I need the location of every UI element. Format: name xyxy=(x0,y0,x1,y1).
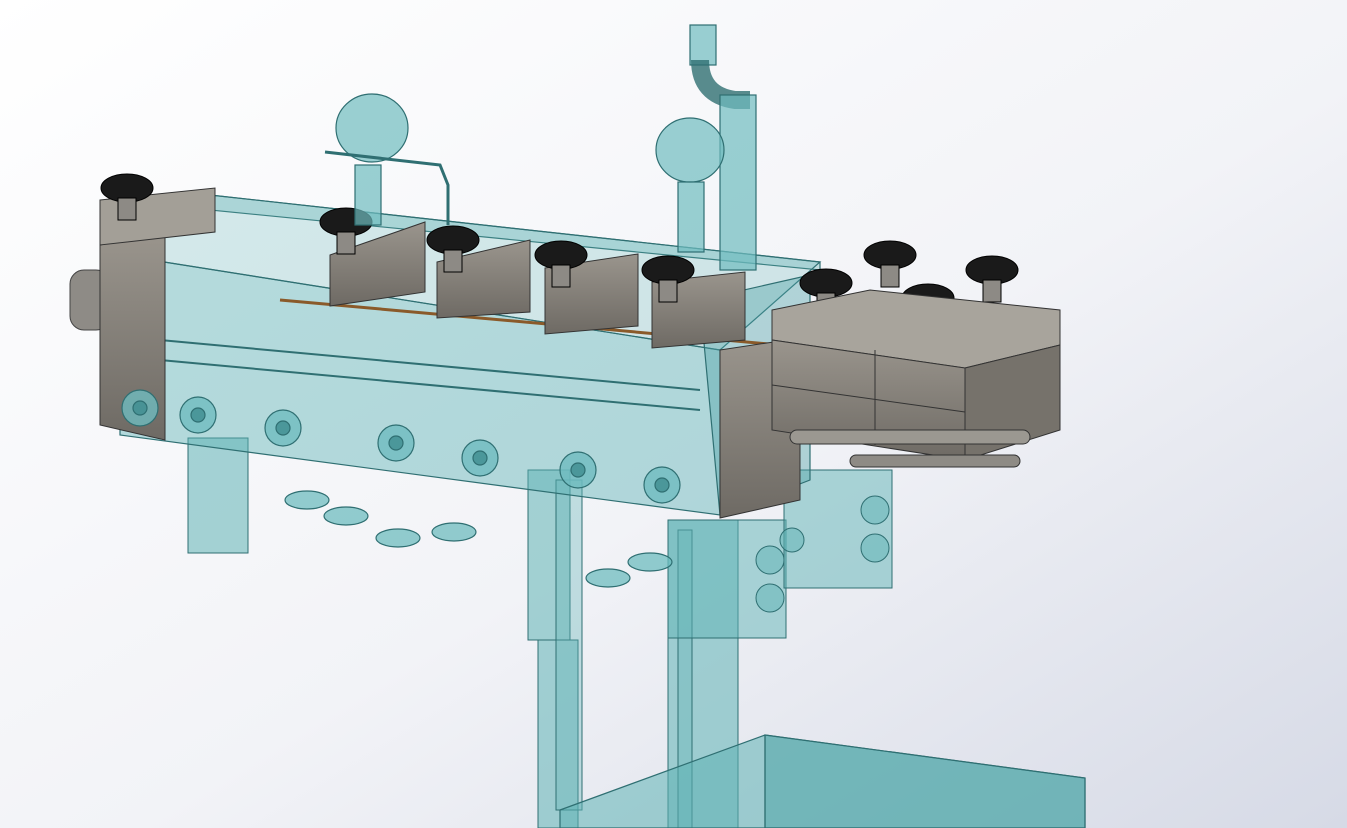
valve-icon xyxy=(179,396,217,434)
valve-icon xyxy=(559,451,597,489)
pressure-gauge-icon xyxy=(655,117,725,183)
valve-icon xyxy=(377,424,415,462)
cad-viewport[interactable] xyxy=(0,0,1347,828)
valve-icon xyxy=(264,409,302,447)
head-block-assembly xyxy=(771,289,1061,468)
valve-icon xyxy=(643,466,681,504)
valve-icon xyxy=(121,389,159,427)
assembly-render xyxy=(0,0,1347,828)
pressure-gauge-icon xyxy=(335,93,409,163)
valve-icon xyxy=(461,439,499,477)
